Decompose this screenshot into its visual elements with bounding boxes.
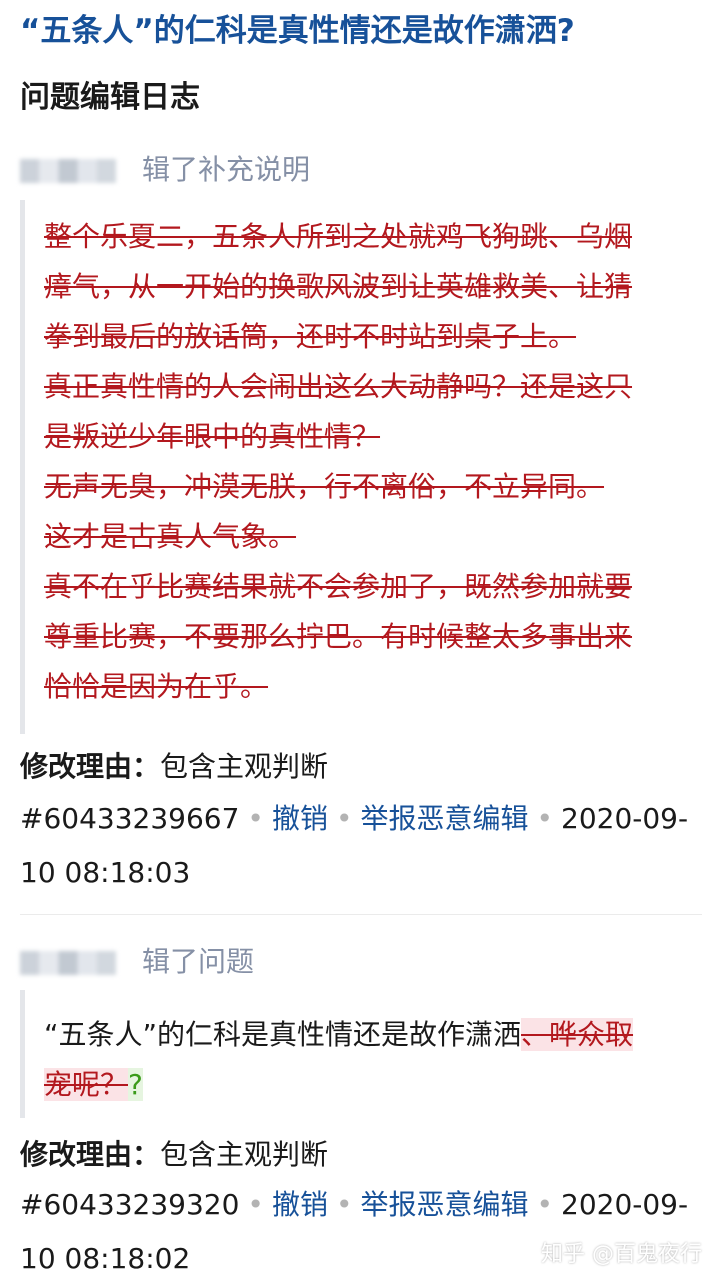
edit-id: #60433239320: [20, 1188, 240, 1221]
removed-line: 这才是古真人气象。: [44, 520, 297, 553]
edit-id: #60433239667: [20, 802, 240, 835]
removed-line: 尊重比赛，不要那么拧巴。有时候整太多事出来: [44, 620, 633, 653]
title-diff: “五条人”的仁科是真性情还是故作潇洒、哗众取 宠呢？?: [44, 1010, 694, 1110]
watermark: 知乎 @百鬼夜行: [541, 1242, 702, 1267]
edit-time-clock: 10 08:18:02: [20, 1242, 191, 1275]
separator-dot: •: [247, 802, 264, 835]
removed-line: 瘴气，从一开始的换歌风波到让英雄救美、让猜: [44, 270, 633, 303]
separator-dot: •: [335, 1188, 353, 1221]
report-malicious-edit-link[interactable]: 举报恶意编辑: [360, 1188, 528, 1221]
separator-dot: •: [247, 1188, 264, 1221]
reason-value: 包含主观判断: [160, 750, 329, 783]
diff-quote-bar: [20, 200, 25, 734]
deleted-text: 、哗众取: [521, 1018, 634, 1051]
edit-reason: 修改理由：包含主观判断: [20, 744, 328, 790]
reason-label: 修改理由：: [20, 750, 161, 783]
undo-link[interactable]: 撤销: [272, 1188, 328, 1221]
deleted-text: 宠呢？: [44, 1068, 129, 1101]
separator-dot: •: [335, 802, 353, 835]
edit-time-date: 2020-09-: [561, 802, 689, 835]
diff-quote-bar: [20, 990, 25, 1118]
blurred-username: [20, 159, 116, 183]
separator-dot: •: [536, 802, 553, 835]
undo-link[interactable]: 撤销: [272, 802, 328, 835]
entry-divider: [20, 914, 702, 915]
editor-line: 辑了补充说明: [20, 148, 310, 192]
report-malicious-edit-link[interactable]: 举报恶意编辑: [360, 802, 528, 835]
edit-log-heading: 问题编辑日志: [20, 80, 200, 115]
removed-line: 整个乐夏二，五条人所到之处就鸡飞狗跳、乌烟: [44, 220, 633, 253]
edit-meta: #60433239320 • 撤销 • 举报恶意编辑 • 2020-09- 10 08:18…: [20, 1178, 690, 1286]
reason-label: 修改理由：: [20, 1138, 161, 1171]
edit-action-text: 辑了补充说明: [142, 153, 311, 186]
edit-time-date: 2020-09-: [561, 1188, 689, 1221]
removed-line: 无声无臭，冲漠无朕，行不离俗，不立异同。: [44, 470, 605, 503]
editor-line: 辑了问题: [20, 940, 254, 984]
removed-description: 整个乐夏二，五条人所到之处就鸡飞狗跳、乌烟 瘴气，从一开始的换歌风波到让英雄救美…: [44, 212, 684, 712]
blurred-username: [20, 951, 116, 975]
separator-dot: •: [536, 1188, 553, 1221]
edit-reason: 修改理由：包含主观判断: [20, 1132, 328, 1178]
question-title[interactable]: “五条人”的仁科是真性情还是故作潇洒?: [20, 8, 710, 54]
edit-time-clock: 10 08:18:03: [20, 856, 191, 889]
removed-line: 真正真性情的人会闹出这么大动静吗？还是这只: [44, 370, 633, 403]
removed-line: 恰恰是因为在乎。: [44, 670, 269, 703]
reason-value: 包含主观判断: [160, 1138, 329, 1171]
inserted-text: ?: [128, 1068, 143, 1101]
kept-text: “五条人”的仁科是真性情还是故作潇洒: [44, 1018, 522, 1051]
removed-line: 是叛逆少年眼中的真性情？: [44, 420, 381, 453]
removed-line: 拳到最后的放话筒，还时不时站到桌子上。: [44, 320, 577, 353]
removed-line: 真不在乎比赛结果就不会参加了，既然参加就要: [44, 570, 633, 603]
edit-meta: #60433239667 • 撤销 • 举报恶意编辑 • 2020-09- 10 08:18…: [20, 792, 690, 900]
edit-action-text: 辑了问题: [142, 945, 255, 978]
